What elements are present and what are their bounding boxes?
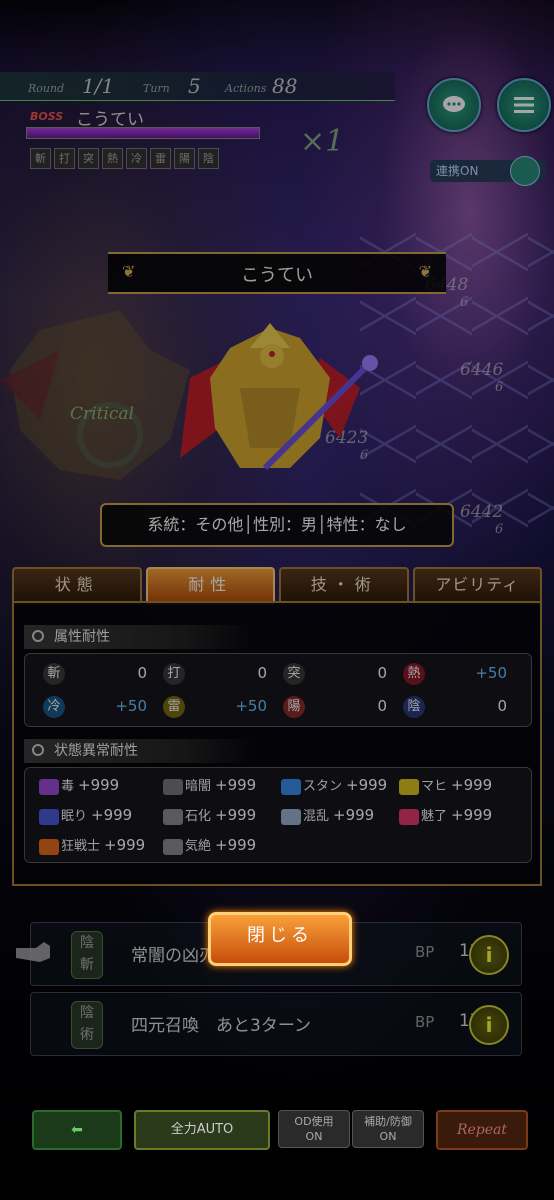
dim-overlay [0,0,554,1200]
back-button[interactable]: ⬅ [32,1110,122,1150]
repeat-button[interactable]: Repeat [436,1110,528,1150]
back-arrow-icon: ⬅ [71,1122,83,1138]
guard-toggle[interactable]: 補助/防御 ON [352,1110,424,1148]
od-toggle[interactable]: OD使用 ON [278,1110,350,1148]
close-button[interactable]: 閉じる [208,912,352,966]
full-auto-button[interactable]: 全力AUTO [134,1110,270,1150]
